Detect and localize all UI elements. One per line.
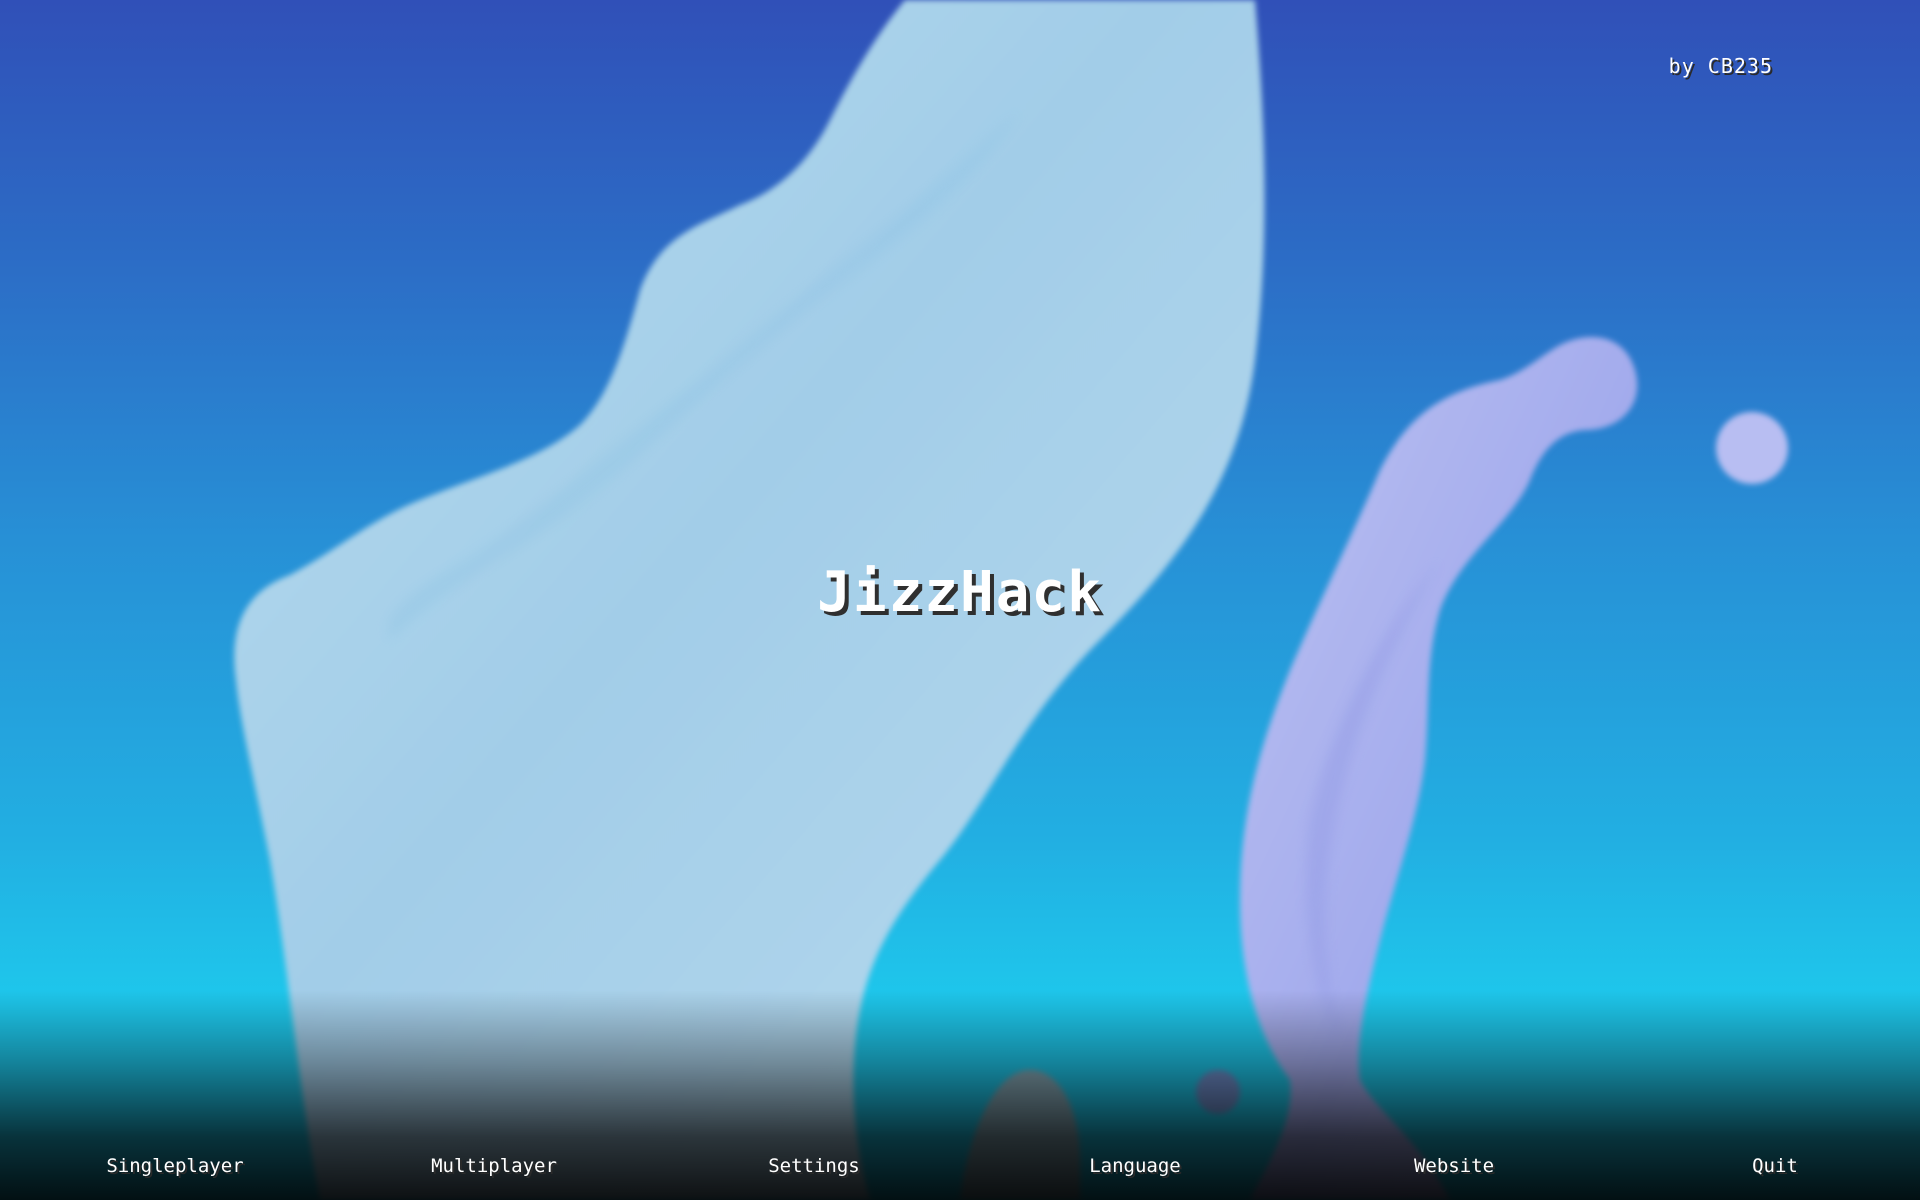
singleplayer-button[interactable]: Singleplayer (55, 1155, 295, 1177)
settings-button[interactable]: Settings (694, 1155, 934, 1177)
multiplayer-button[interactable]: Multiplayer (374, 1155, 614, 1177)
language-button[interactable]: Language (1015, 1155, 1255, 1177)
main-menu-bar: Singleplayer Multiplayer Settings Langua… (0, 1155, 1920, 1185)
quit-button[interactable]: Quit (1655, 1155, 1895, 1177)
author-credit: by CB235 (1668, 54, 1773, 78)
game-title: JizzHack (817, 560, 1103, 625)
website-button[interactable]: Website (1334, 1155, 1574, 1177)
lavender-droplet (1716, 412, 1788, 484)
main-menu-screen: by CB235 JizzHack Singleplayer Multiplay… (0, 0, 1920, 1200)
